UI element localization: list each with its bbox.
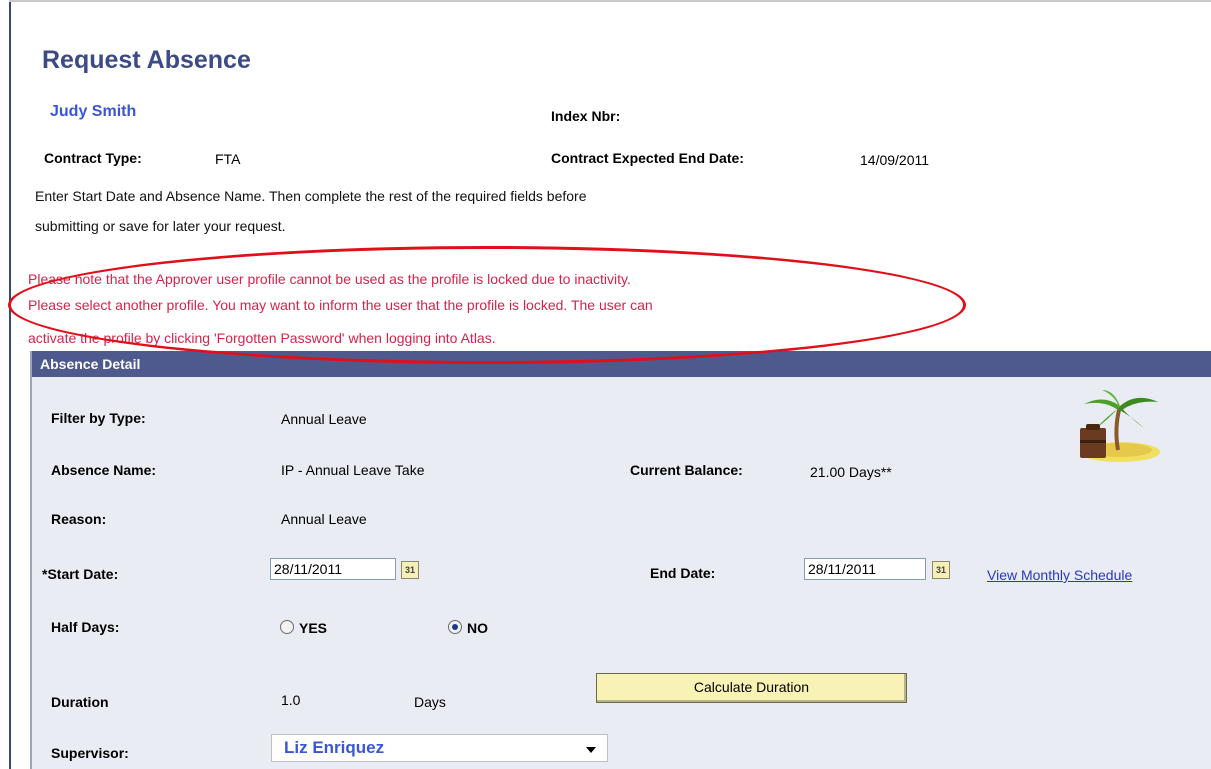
start-date-input[interactable] (270, 558, 396, 580)
warning-line-2: Please select another profile. You may w… (28, 297, 653, 313)
palm-tree-island-icon (1080, 390, 1160, 462)
reason-value: Annual Leave (281, 511, 367, 527)
start-date-label: *Start Date: (42, 566, 119, 582)
absence-name-label: Absence Name: (51, 462, 157, 478)
warning-line-1: Please note that the Approver user profi… (28, 271, 631, 287)
instructions-line-2: submitting or save for later your reques… (35, 218, 286, 234)
absence-detail-panel: Absence Detail (30, 351, 1211, 769)
absence-name-value: IP - Annual Leave Take (281, 462, 425, 478)
window-left-border (9, 0, 11, 769)
half-days-no-radio[interactable] (448, 620, 462, 634)
contract-type-value: FTA (215, 151, 241, 167)
current-balance-label: Current Balance: (630, 462, 743, 478)
current-balance-value: 21.00 Days** (810, 464, 892, 480)
calendar-icon[interactable]: 31 (932, 561, 950, 579)
half-days-no-label[interactable]: NO (467, 620, 488, 636)
contract-end-date-label: Contract Expected End Date: (551, 150, 744, 166)
window-top-border (9, 0, 1211, 2)
calculate-duration-button[interactable]: Calculate Duration (596, 673, 907, 703)
half-days-yes-radio[interactable] (280, 620, 294, 634)
end-date-label: End Date: (650, 565, 716, 581)
supervisor-label: Supervisor: (51, 745, 129, 761)
supervisor-selected-value: Liz Enriquez (284, 738, 385, 757)
duration-value: 1.0 (281, 692, 301, 708)
end-date-input[interactable] (804, 558, 926, 580)
contract-end-date-value: 14/09/2011 (860, 152, 930, 168)
calendar-icon[interactable]: 31 (401, 561, 419, 579)
employee-name: Judy Smith (50, 103, 137, 120)
duration-unit: Days (414, 694, 446, 710)
duration-label: Duration (51, 694, 109, 710)
contract-type-label: Contract Type: (44, 150, 142, 166)
view-monthly-schedule-link[interactable]: View Monthly Schedule (987, 567, 1132, 583)
absence-detail-header: Absence Detail (32, 351, 1211, 377)
half-days-yes-label[interactable]: YES (299, 620, 327, 636)
filter-by-type-label: Filter by Type: (51, 410, 146, 426)
chevron-down-icon[interactable] (586, 747, 596, 753)
half-days-label: Half Days: (51, 619, 120, 635)
warning-line-3: activate the profile by clicking 'Forgot… (28, 330, 496, 346)
supervisor-select[interactable]: Liz Enriquez (271, 734, 608, 762)
reason-label: Reason: (51, 511, 107, 527)
instructions-line-1: Enter Start Date and Absence Name. Then … (35, 188, 587, 204)
page-title: Request Absence (42, 46, 251, 74)
filter-by-type-value: Annual Leave (281, 411, 367, 427)
index-nbr-label: Index Nbr: (551, 108, 621, 124)
